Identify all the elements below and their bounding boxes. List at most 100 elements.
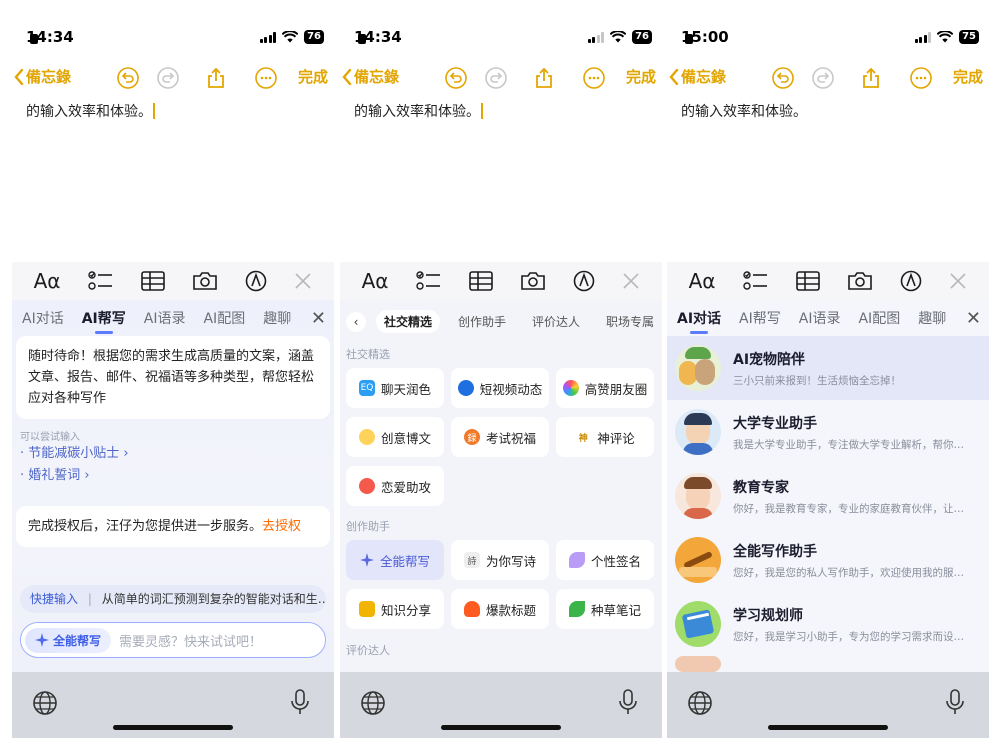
tab-ai-writing[interactable]: AI帮写 [82,308,126,328]
table-icon[interactable] [141,271,165,291]
undo-icon[interactable] [444,66,468,90]
globe-icon[interactable] [32,690,58,716]
markup-icon[interactable] [573,270,595,292]
close-icon[interactable] [622,272,640,290]
home-indicator[interactable] [768,725,888,730]
tab-fun-chat[interactable]: 趣聊 [918,308,946,328]
template-chip[interactable]: 高赞朋友圈 [556,368,654,408]
markup-icon[interactable] [245,270,267,292]
markup-icon[interactable] [900,270,922,292]
table-icon[interactable] [796,271,820,291]
template-chip[interactable]: 神神评论 [556,417,654,457]
text-format-button[interactable]: Aα [689,269,716,293]
hint-item[interactable]: · 节能减碳小贴士 › [20,443,129,465]
microphone-icon[interactable] [290,688,310,716]
more-icon[interactable] [909,66,933,90]
template-chip[interactable]: 爆款标题 [451,589,549,629]
close-icon[interactable]: ✕ [966,308,981,329]
template-chip[interactable]: 短视频动态 [451,368,549,408]
text-format-button[interactable]: Aα [362,269,389,293]
text-cursor [481,103,483,119]
assistant-item[interactable]: 学习规划师 您好，我是学习小助手，专为您的学习需求而设… [667,592,989,656]
text-cursor [153,103,155,119]
back-button[interactable]: 備忘錄 [669,66,726,87]
done-button[interactable]: 完成 [953,66,983,87]
redo-icon[interactable] [156,66,180,90]
template-chip[interactable]: 创意博文 [346,417,444,457]
globe-icon[interactable] [360,690,386,716]
text-format-button[interactable]: Aα [34,269,61,293]
chip-label: 恋爱助攻 [380,479,431,495]
hint-item[interactable]: · 婚礼誓词 › [20,465,129,487]
back-button[interactable]: 備忘錄 [14,66,71,87]
tab-ai-quotes[interactable]: AI语录 [799,308,841,328]
tab-ai-images[interactable]: AI配图 [858,308,900,328]
authorize-link[interactable]: 去授权 [262,519,301,534]
camera-icon[interactable] [847,271,873,291]
assistant-item[interactable]: 教育专家 你好，我是教育专家，专业的家庭教育伙伴，让… [667,464,989,528]
chip-label: 为你写诗 [485,553,536,569]
checklist-icon[interactable] [415,270,442,292]
assistant-item-partial[interactable] [667,656,989,672]
microphone-icon[interactable] [945,688,965,716]
note-text: 的输入效率和体验。 [26,104,152,120]
subtab-workplace[interactable]: 职场专属 [598,310,662,333]
feather-icon [568,552,585,568]
checklist-icon[interactable] [742,270,769,292]
tab-ai-writing[interactable]: AI帮写 [739,308,781,328]
template-chip[interactable]: 録考试祝福 [451,417,549,457]
undo-icon[interactable] [771,66,795,90]
more-icon[interactable] [582,66,606,90]
chevron-left-icon[interactable]: ‹ [346,311,366,332]
template-chip[interactable]: EQ 聊天润色 [346,368,444,408]
table-icon[interactable] [469,271,493,291]
close-icon[interactable]: ✕ [311,308,326,329]
note-text: 的输入效率和体验。 [681,104,807,120]
note-body[interactable]: 的输入效率和体验。 [26,101,155,121]
home-indicator[interactable] [441,725,561,730]
close-icon[interactable] [294,272,312,290]
share-icon[interactable] [204,66,228,90]
assistant-item[interactable]: 大学专业助手 我是大学专业助手，专注做大学专业解析，帮你… [667,400,989,464]
tab-fun-chat[interactable]: 趣聊 [263,308,291,328]
subtab-creative[interactable]: 创作助手 [450,310,514,333]
assistant-item[interactable]: AI宠物陪伴 三小只前来报到！生活烦恼全忘掉！ [667,336,989,400]
microphone-icon[interactable] [618,688,638,716]
input-placeholder: 需要灵感？快来试试吧！ [119,634,263,650]
pets-avatar [675,345,721,391]
subtab-review[interactable]: 评价达人 [524,310,588,333]
template-chip[interactable]: 种草笔记 [556,589,654,629]
all-round-writing-button[interactable]: 全能帮写 [25,627,112,653]
home-indicator[interactable] [113,725,233,730]
pen-avatar [675,537,721,583]
globe-icon[interactable] [687,690,713,716]
subtab-social[interactable]: 社交精选 [375,310,440,333]
note-body[interactable]: 的输入效率和体验。 [354,101,483,121]
tab-ai-chat[interactable]: AI对话 [22,308,64,328]
template-chip-selected[interactable]: 全能帮写 [346,540,444,580]
tab-ai-quotes[interactable]: AI语录 [144,308,186,328]
share-icon[interactable] [859,66,883,90]
tab-ai-images[interactable]: AI配图 [203,308,245,328]
template-chip[interactable]: 恋爱助攻 [346,466,444,506]
template-chip[interactable]: 詩为你写诗 [451,540,549,580]
close-icon[interactable] [949,272,967,290]
note-body[interactable]: 的输入效率和体验。 [681,101,807,121]
quick-input-bar[interactable]: 快捷输入 | 从简单的词汇预测到复杂的智能对话和生… [20,585,326,613]
share-icon[interactable] [532,66,556,90]
redo-icon[interactable] [811,66,835,90]
ai-input-bar[interactable]: 全能帮写 需要灵感？快来试试吧！ [20,622,326,658]
more-icon[interactable] [254,66,278,90]
undo-icon[interactable] [116,66,140,90]
camera-icon[interactable] [520,271,546,291]
assistant-item[interactable]: 全能写作助手 您好，我是您的私人写作助手，欢迎使用我的服… [667,528,989,592]
done-button[interactable]: 完成 [626,66,656,87]
done-button[interactable]: 完成 [298,66,328,87]
template-chip[interactable]: 知识分享 [346,589,444,629]
redo-icon[interactable] [484,66,508,90]
back-button[interactable]: 備忘錄 [342,66,399,87]
template-chip[interactable]: 个性签名 [556,540,654,580]
checklist-icon[interactable] [87,270,114,292]
camera-icon[interactable] [192,271,218,291]
tab-ai-chat[interactable]: AI对话 [677,308,721,328]
